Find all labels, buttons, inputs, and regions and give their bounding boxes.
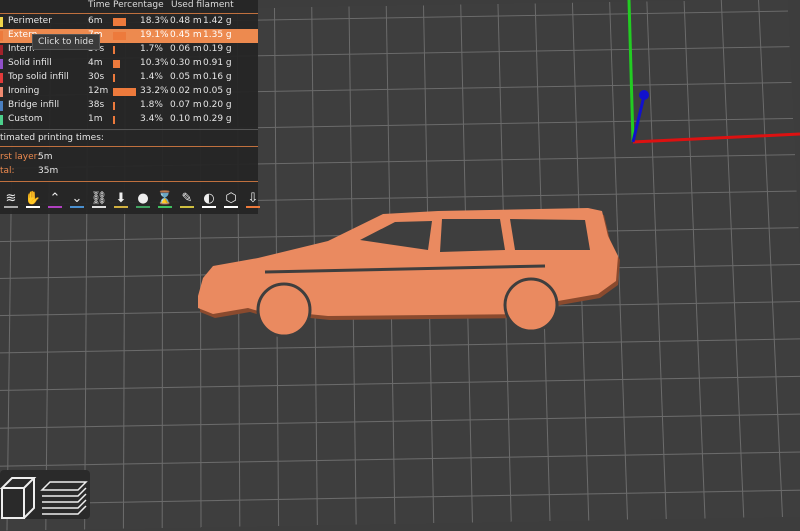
percentage-bar [113, 18, 126, 26]
center-of-gravity-icon[interactable]: ◐ [200, 188, 218, 208]
feature-time: 38s [88, 100, 105, 110]
z-axis [631, 95, 646, 143]
percentage-bar [113, 116, 116, 124]
feature-weight: 0.20 g [203, 100, 232, 110]
feature-label: Custom [8, 114, 43, 124]
feature-label: Intern [8, 44, 35, 54]
color-swatch [0, 115, 3, 125]
feature-length: 0.05 m [170, 72, 202, 82]
tool-marker-icon[interactable]: ⇩ [244, 188, 262, 208]
feature-percentage: 1.8% [140, 100, 163, 110]
pause-icon[interactable]: ⌛ [156, 188, 174, 208]
z-axis-handle[interactable] [639, 90, 649, 100]
divider [0, 129, 258, 130]
feature-weight: 1.35 g [203, 30, 232, 40]
feature-time: 4m [88, 58, 103, 68]
color-swatch [0, 87, 3, 97]
custom-gcode-icon[interactable]: ✎ [178, 188, 196, 208]
retractions-icon[interactable]: ⌃ [46, 188, 64, 208]
feature-percentage: 33.2% [140, 86, 169, 96]
percentage-bar [113, 74, 115, 82]
feature-percentage: 19.1% [140, 30, 169, 40]
legend-row-ironing[interactable]: Ironing 12m 33.2% 0.02 m 0.05 g [0, 85, 258, 99]
percentage-bar [113, 32, 127, 40]
legend-row-bridge-infill[interactable]: Bridge infill 38s 1.8% 0.07 m 0.20 g [0, 99, 258, 113]
feature-weight: 0.91 g [203, 58, 232, 68]
feature-percentage: 1.4% [140, 72, 163, 82]
total-time: 35m [38, 166, 59, 176]
gcode-legend: Time Percentage Used filament Perimeter … [0, 0, 260, 214]
header-used-filament: Used filament [171, 0, 234, 10]
feature-length: 0.07 m [170, 100, 202, 110]
feature-label: Solid infill [8, 58, 52, 68]
feature-length: 0.45 m [170, 30, 202, 40]
shells-icon[interactable]: ⬡ [222, 188, 240, 208]
divider [0, 146, 258, 147]
feature-weight: 0.19 g [203, 44, 232, 54]
first-layer-label: rst layer: [0, 152, 41, 162]
percentage-bar [113, 102, 115, 110]
feature-weight: 0.16 g [203, 72, 232, 82]
color-swatch [0, 17, 3, 27]
color-change-icon[interactable]: ● [134, 188, 152, 208]
y-axis [627, 0, 635, 143]
seams-icon[interactable]: ⛓ [90, 188, 108, 208]
deretractions-icon[interactable]: ⌄ [68, 188, 86, 208]
legend-row-top-solid-infill[interactable]: Top solid infill 30s 1.4% 0.05 m 0.16 g [0, 71, 258, 85]
feature-label: Perimeter [8, 16, 52, 26]
feature-label: Bridge infill [8, 100, 60, 110]
feature-label: Top solid infill [8, 72, 69, 82]
car-model[interactable] [198, 208, 620, 338]
divider [0, 181, 258, 182]
feature-time: 1m [88, 114, 103, 124]
feature-length: 0.10 m [170, 114, 202, 124]
tool-change-icon[interactable]: ⬇ [112, 188, 130, 208]
feature-percentage: 10.3% [140, 58, 169, 68]
color-swatch [0, 45, 3, 55]
total-label: tal: [0, 166, 15, 176]
view-options-toolbar: ≋ ✋ ⌃ ⌄ ⛓ ⬇ ● ⌛ ✎ ◐ ⬡ ⇩ [0, 186, 260, 210]
first-layer-time: 5m [38, 152, 53, 162]
feature-percentage: 1.7% [140, 44, 163, 54]
layer-view-icon[interactable] [0, 477, 37, 519]
color-swatch [0, 73, 3, 83]
legend-row-solid-infill[interactable]: Solid infill 4m 10.3% 0.30 m 0.91 g [0, 57, 258, 71]
legend-row-perimeter[interactable]: Perimeter 6m 18.3% 0.48 m 1.42 g [0, 15, 258, 29]
feature-time: 12m [88, 86, 109, 96]
feature-length: 0.06 m [170, 44, 202, 54]
feature-label: Ironing [8, 86, 40, 96]
color-swatch [0, 59, 3, 69]
feature-length: 0.48 m [170, 16, 202, 26]
stacked-layers-icon[interactable] [40, 481, 88, 515]
feature-weight: 1.42 g [203, 16, 232, 26]
feature-time: 30s [88, 72, 105, 82]
feature-weight: 0.05 g [203, 86, 232, 96]
view-toggle-panel [0, 470, 90, 519]
percentage-bar [113, 60, 121, 68]
color-swatch [0, 101, 3, 111]
header-time: Time [88, 0, 111, 10]
color-swatch [0, 31, 3, 41]
wipe-icon[interactable]: ✋ [24, 188, 42, 208]
feature-length: 0.30 m [170, 58, 202, 68]
feature-weight: 0.29 g [203, 114, 232, 124]
feature-time: 6m [88, 16, 103, 26]
estimated-times-title: timated printing times: [0, 133, 104, 143]
feature-percentage: 18.3% [140, 16, 169, 26]
travel-icon[interactable]: ≋ [2, 188, 20, 208]
feature-percentage: 3.4% [140, 114, 163, 124]
legend-row-custom[interactable]: Custom 1m 3.4% 0.10 m 0.29 g [0, 113, 258, 127]
header-percentage: Percentage [113, 0, 164, 10]
tooltip: Click to hide [32, 34, 100, 50]
percentage-bar [113, 46, 115, 54]
feature-length: 0.02 m [170, 86, 202, 96]
percentage-bar [113, 88, 137, 96]
x-axis [632, 132, 800, 144]
divider [0, 13, 258, 14]
